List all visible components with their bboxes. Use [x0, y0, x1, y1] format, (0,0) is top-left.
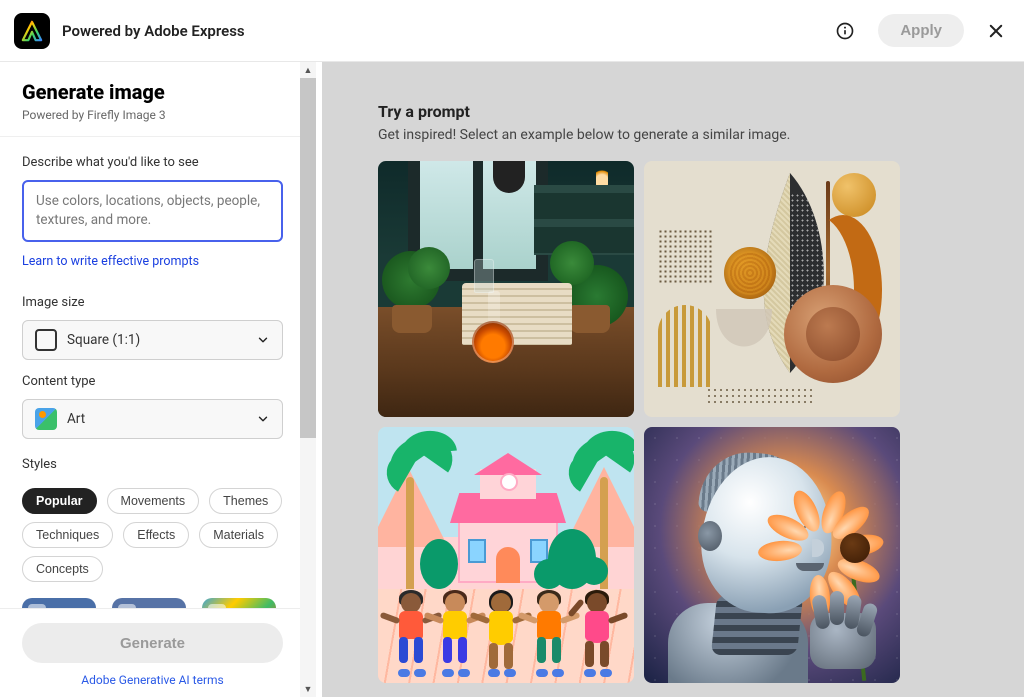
ai-terms-link[interactable]: Adobe Generative AI terms: [22, 673, 283, 687]
topbar-title: Powered by Adobe Express: [62, 22, 822, 40]
scroll-down-arrow-icon[interactable]: ▼: [304, 681, 313, 697]
chevron-down-icon: [256, 412, 270, 426]
panel-subheading: Powered by Firefly Image 3: [22, 108, 283, 122]
multi-icon: [28, 604, 46, 608]
learn-prompts-link[interactable]: Learn to write effective prompts: [22, 254, 283, 269]
style-swatch[interactable]: [22, 598, 96, 608]
art-icon: [35, 408, 57, 430]
style-swatch[interactable]: [112, 598, 186, 608]
multi-icon: [118, 604, 136, 608]
example-prompt-thumb[interactable]: [644, 427, 900, 683]
styles-label: Styles: [22, 457, 283, 472]
describe-label: Describe what you'd like to see: [22, 155, 283, 170]
chevron-down-icon: [256, 333, 270, 347]
prompt-placeholder: Use colors, locations, objects, people, …: [36, 193, 260, 228]
info-icon[interactable]: [834, 20, 856, 42]
content-type-value: Art: [67, 411, 246, 427]
style-pill-effects[interactable]: Effects: [123, 522, 189, 548]
style-pill-themes[interactable]: Themes: [209, 488, 282, 514]
sidebar-scrollbar[interactable]: ▲ ▼: [300, 62, 316, 697]
close-icon[interactable]: [986, 21, 1006, 41]
square-ratio-icon: [35, 329, 57, 351]
try-prompt-subtitle: Get inspired! Select an example below to…: [378, 127, 968, 143]
panel-heading: Generate image: [22, 80, 283, 104]
example-prompt-thumb[interactable]: [378, 161, 634, 417]
image-size-value: Square (1:1): [67, 332, 246, 348]
image-size-select[interactable]: Square (1:1): [22, 320, 283, 360]
style-pill-movements[interactable]: Movements: [107, 488, 200, 514]
content-type-label: Content type: [22, 374, 283, 389]
style-swatch[interactable]: [202, 598, 276, 608]
scrollbar-thumb[interactable]: [300, 78, 316, 438]
content-type-select[interactable]: Art: [22, 399, 283, 439]
multi-icon: [208, 604, 226, 608]
prompt-input[interactable]: Use colors, locations, objects, people, …: [22, 180, 283, 242]
style-pill-popular[interactable]: Popular: [22, 488, 97, 514]
image-size-label: Image size: [22, 295, 283, 310]
try-prompt-title: Try a prompt: [378, 102, 968, 121]
example-prompt-thumb[interactable]: [644, 161, 900, 417]
style-pill-materials[interactable]: Materials: [199, 522, 278, 548]
style-pill-techniques[interactable]: Techniques: [22, 522, 113, 548]
style-pills: Popular Movements Themes Techniques Effe…: [22, 488, 283, 582]
apply-button[interactable]: Apply: [878, 14, 964, 47]
generate-button[interactable]: Generate: [22, 623, 283, 663]
example-prompt-thumb[interactable]: [378, 427, 634, 683]
style-pill-concepts[interactable]: Concepts: [22, 556, 103, 582]
adobe-express-logo: [14, 13, 50, 49]
scroll-up-arrow-icon[interactable]: ▲: [304, 62, 313, 78]
